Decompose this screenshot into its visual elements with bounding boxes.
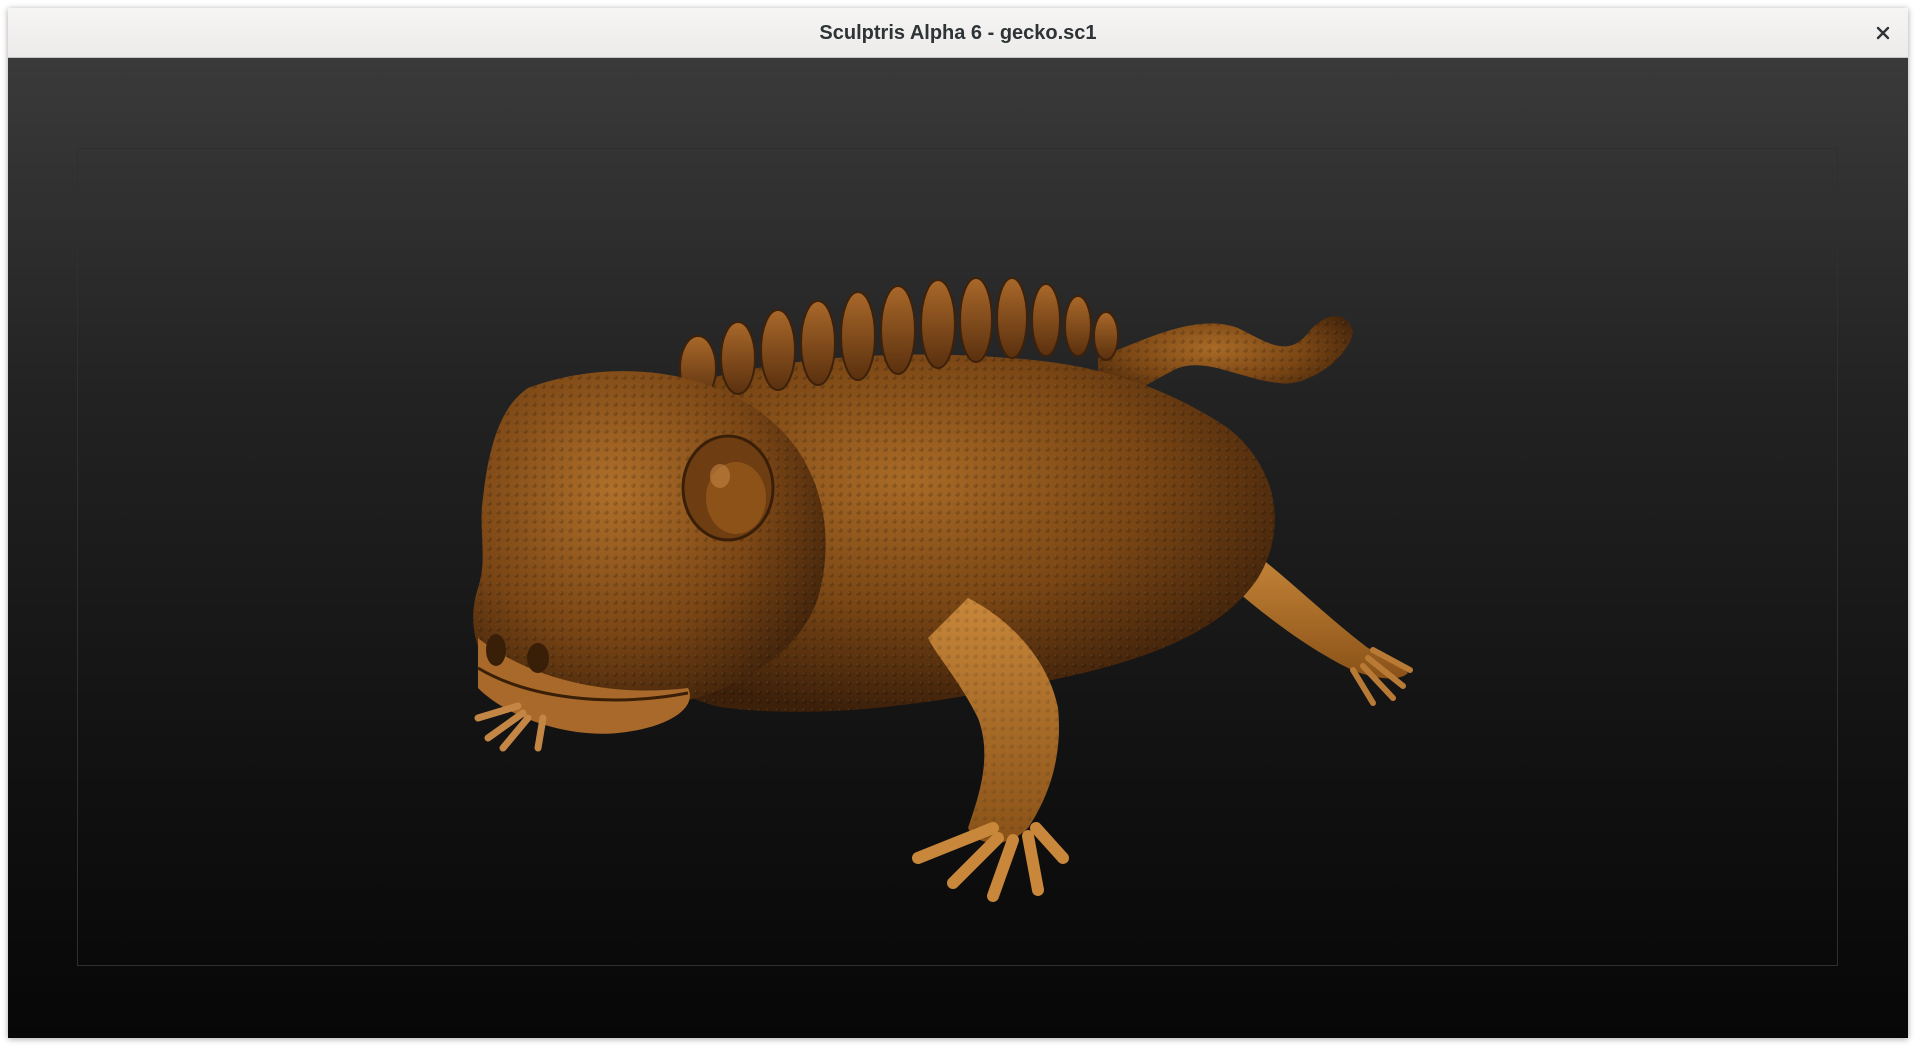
gecko-model[interactable]	[8, 58, 1908, 1038]
close-button[interactable]	[1866, 16, 1900, 50]
title-bar[interactable]: Sculptris Alpha 6 - gecko.sc1	[8, 8, 1908, 58]
window-title: Sculptris Alpha 6 - gecko.sc1	[819, 22, 1097, 44]
3d-viewport[interactable]	[8, 58, 1908, 1038]
application-window: Sculptris Alpha 6 - gecko.sc1	[8, 8, 1908, 1038]
close-icon	[1876, 26, 1890, 40]
